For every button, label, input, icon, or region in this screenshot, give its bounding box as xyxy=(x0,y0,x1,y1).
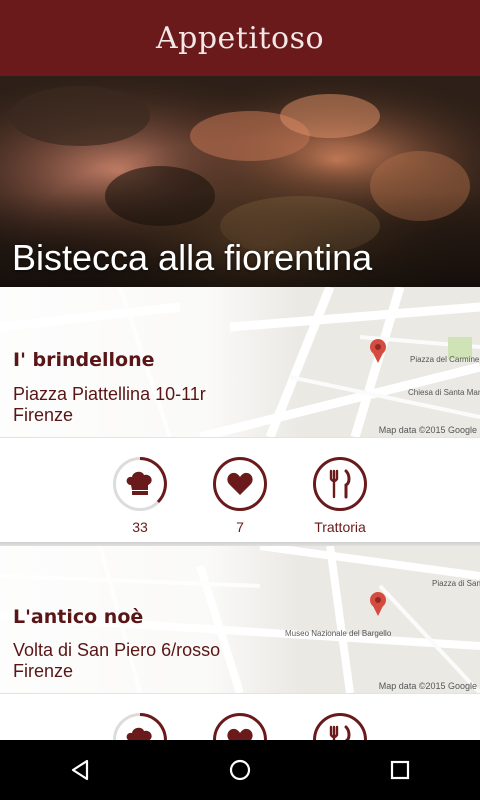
dish-title: Bistecca alla fiorentina xyxy=(12,237,373,278)
heart-icon xyxy=(227,472,253,495)
address-line-2: Firenze xyxy=(13,661,74,681)
recents-icon xyxy=(390,760,410,780)
system-nav-bar xyxy=(0,740,480,800)
map-label: Chiesa di Santa Maria del Carmine xyxy=(408,388,480,397)
address-line-2: Firenze xyxy=(13,405,74,425)
home-icon xyxy=(229,759,251,781)
map-thumbnail[interactable]: Piazza di San Pier Maggiore Museo Nazion… xyxy=(0,546,480,693)
app-bar: Appetitoso xyxy=(0,0,480,76)
map-attribution: Map data ©2015 Google xyxy=(378,681,477,691)
progress-ring xyxy=(113,457,167,511)
restaurant-card[interactable]: Piazza di San Pier Maggiore Museo Nazion… xyxy=(0,546,480,767)
back-icon xyxy=(71,759,89,781)
map-thumbnail[interactable]: Piazza del Carmine Chiesa di Santa Maria… xyxy=(0,287,480,437)
map-attribution: Map data ©2015 Google xyxy=(378,425,477,435)
category-label: Trattoria xyxy=(314,519,366,535)
address-line-1: Volta di San Piero 6/rosso xyxy=(13,640,221,660)
address-line-1: Piazza Piattellina 10-11r xyxy=(13,384,206,404)
card-actions: 33 7 Trattoria xyxy=(0,437,480,543)
fork-knife-icon xyxy=(329,469,351,499)
circle xyxy=(213,457,267,511)
restaurant-name: L'antico noè xyxy=(13,606,144,628)
category-button[interactable]: Trattoria xyxy=(280,457,400,535)
map-label: Museo Nazionale del Bargello xyxy=(285,629,392,638)
circle xyxy=(313,457,367,511)
home-button[interactable] xyxy=(210,740,270,800)
back-button[interactable] xyxy=(50,740,110,800)
app-title: Appetitoso xyxy=(155,20,325,56)
restaurant-name: I' brindellone xyxy=(13,349,155,371)
restaurant-card[interactable]: Piazza del Carmine Chiesa di Santa Maria… xyxy=(0,287,480,544)
map-label: Piazza del Carmine xyxy=(410,355,480,364)
map-label: Piazza di San Pier Maggiore xyxy=(432,579,480,588)
progress-arc xyxy=(139,457,167,504)
hero-image[interactable]: Bistecca alla fiorentina xyxy=(0,76,480,287)
recents-button[interactable] xyxy=(370,740,430,800)
